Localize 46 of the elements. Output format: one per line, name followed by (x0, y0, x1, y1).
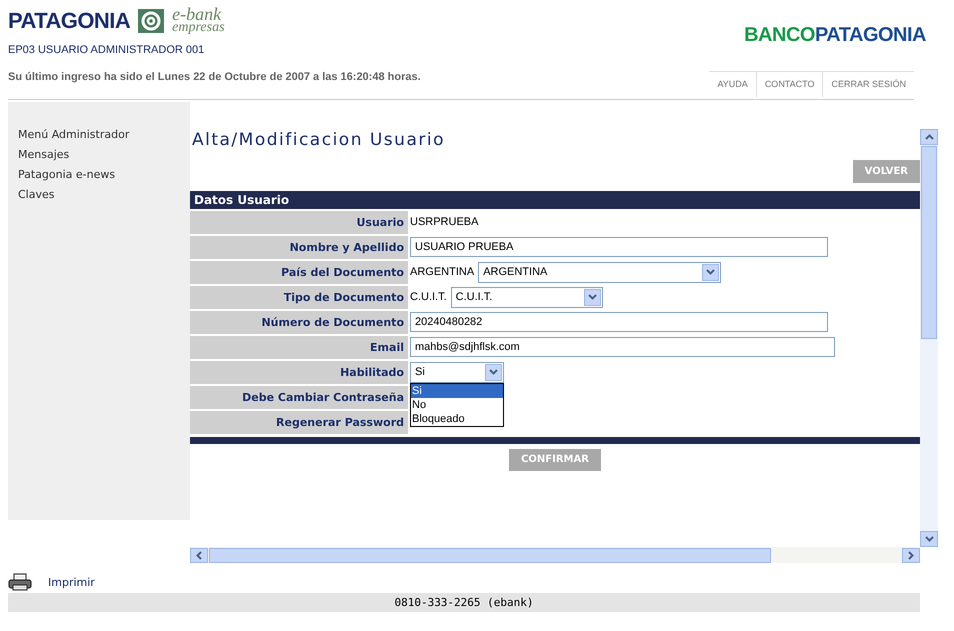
select-field[interactable]: Si (410, 362, 504, 382)
input-field[interactable]: USUARIO PRUEBA (410, 237, 828, 257)
field-label: Tipo de Documento (190, 286, 408, 308)
page-title: Alta/Modificacion Usuario (192, 129, 446, 152)
sidebar-link[interactable]: Mensajes (18, 146, 190, 163)
header-link[interactable]: AYUDA (709, 72, 756, 97)
header-link[interactable]: CONTACTO (756, 72, 822, 97)
field-label: Usuario (190, 210, 408, 234)
logo-text: PATAGONIA (8, 7, 130, 35)
scroll-up-icon[interactable] (924, 134, 934, 140)
field-value: ARGENTINA (410, 264, 474, 280)
scroll-left-icon[interactable] (196, 550, 202, 560)
scroll-down-icon[interactable] (924, 536, 934, 542)
horizontal-scrollbar[interactable] (190, 547, 920, 563)
sidebar-link[interactable]: Menú Administrador (18, 126, 190, 143)
field-label: Nombre y Apellido (190, 236, 408, 258)
printer-icon[interactable] (8, 573, 32, 591)
field-label: Regenerar Password (190, 410, 408, 434)
field-label: País del Documento (190, 260, 408, 284)
bank-logo: BANCOPATAGONIA (744, 23, 926, 48)
section-header: Datos Usuario (190, 190, 920, 208)
dropdown-option[interactable]: Bloqueado (411, 412, 503, 426)
at-logo-icon (138, 8, 164, 32)
dropdown-option[interactable]: Si (411, 384, 503, 398)
field-label: Email (190, 336, 408, 358)
logo-subtitle: empresas (172, 20, 225, 34)
input-field[interactable]: 20240480282 (410, 312, 828, 332)
header-link[interactable]: CERRAR SESIÓN (822, 72, 914, 97)
field-label: Habilitado (190, 360, 408, 384)
vertical-scrollbar[interactable] (920, 129, 938, 547)
input-field[interactable]: mahbs@sdjhflsk.com (410, 337, 835, 357)
user-name: EP03 USUARIO ADMINISTRADOR 001 (8, 43, 206, 58)
field-value: C.U.I.T. (410, 290, 447, 305)
logo-subtitle: e-bank (172, 6, 222, 20)
print-link[interactable]: Imprimir (48, 574, 95, 591)
select-field[interactable]: C.U.I.T. (450, 286, 603, 308)
dropdown-option[interactable]: No (411, 398, 503, 412)
last-login-text: Su último ingreso ha sido el Lunes 22 de Octubre de 2007 a las 16:20:48 horas. (8, 70, 421, 84)
field-label: Número de Documento (190, 310, 408, 334)
field-label: Debe Cambiar Contraseña (190, 386, 408, 408)
sidebar-link[interactable]: Claves (18, 186, 190, 203)
select-field[interactable]: ARGENTINA (478, 262, 722, 282)
sidebar-link[interactable]: Patagonia e-news (18, 166, 190, 183)
field-value: USRPRUEBA (410, 214, 478, 230)
scroll-right-icon[interactable] (908, 550, 914, 560)
footer-phone: 0810-333-2265 (ebank) (8, 593, 920, 612)
